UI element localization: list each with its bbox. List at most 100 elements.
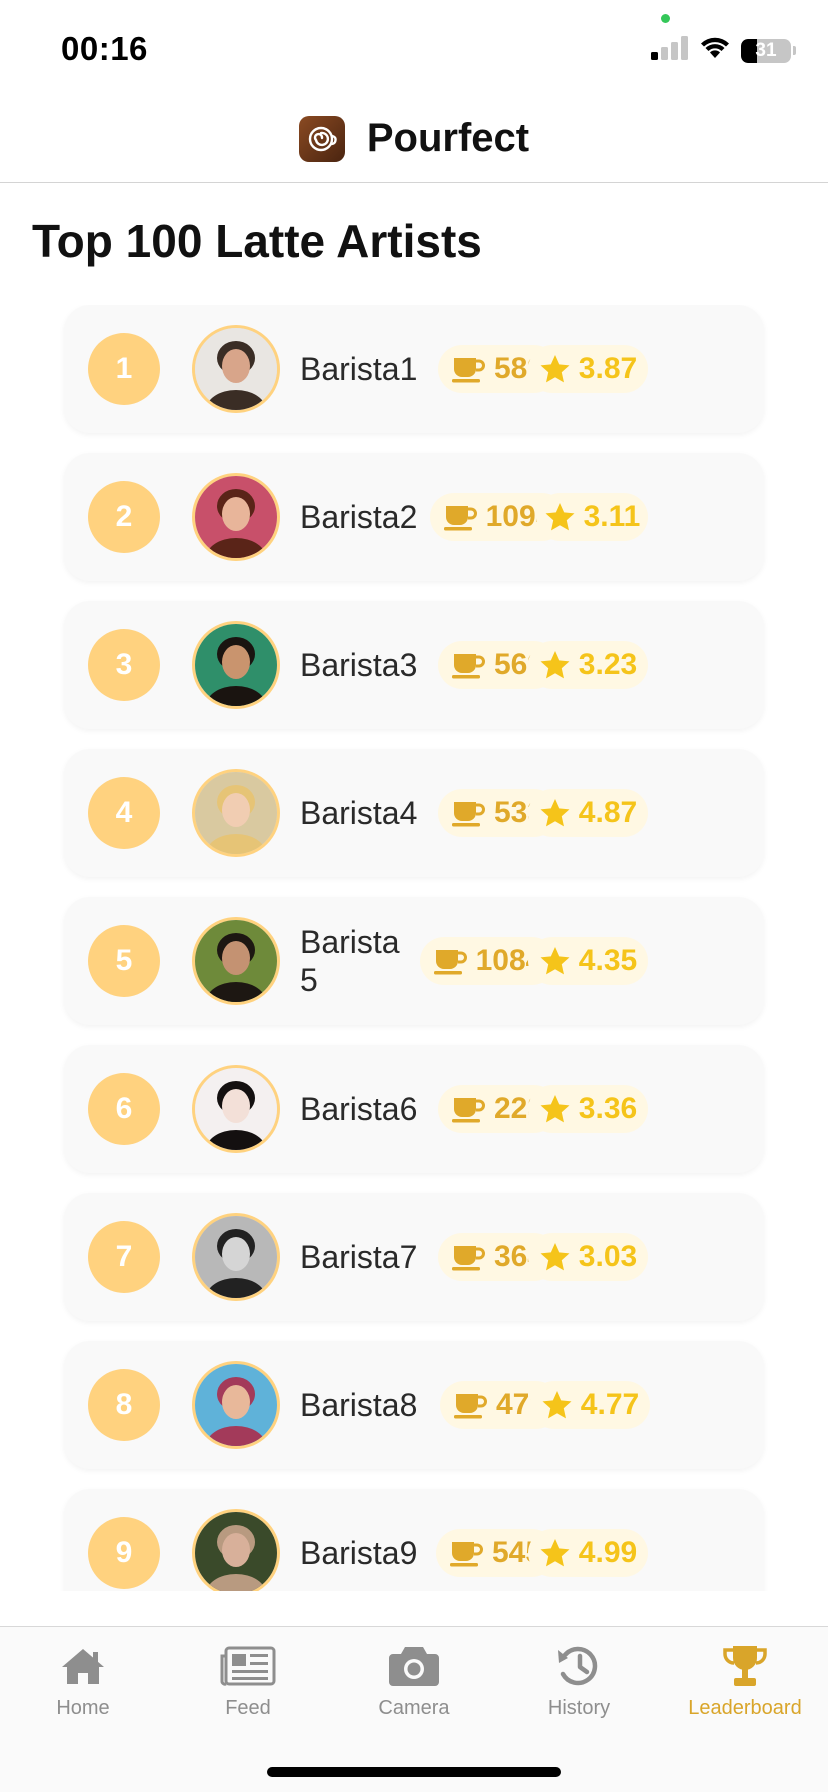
app-header: Pourfect bbox=[0, 95, 828, 183]
rating-pill: 4.77 bbox=[530, 1381, 650, 1429]
avatar[interactable] bbox=[192, 917, 280, 1005]
barista-name: Barista8 bbox=[300, 1387, 418, 1423]
leaderboard-row[interactable]: 4 Barista4 533 4.87 bbox=[64, 749, 764, 877]
status-time: 00:16 bbox=[61, 30, 148, 67]
coffee-cup-icon bbox=[449, 1542, 483, 1567]
rating-value: 3.11 bbox=[583, 500, 641, 533]
rating-value: 3.03 bbox=[578, 1240, 638, 1273]
star-icon bbox=[540, 1243, 570, 1271]
rating-pill: 4.35 bbox=[528, 937, 648, 985]
rank-badge: 4 bbox=[88, 777, 160, 849]
rank-badge: 3 bbox=[88, 629, 160, 701]
leaderboard-row[interactable]: 3 Barista3 569 3.23 bbox=[64, 601, 764, 729]
star-icon bbox=[545, 503, 575, 531]
status-icons: 31 bbox=[651, 36, 796, 65]
rating-value: 4.35 bbox=[578, 944, 638, 977]
battery-level: 31 bbox=[755, 39, 777, 61]
rank-badge: 7 bbox=[88, 1221, 160, 1293]
tab-label: Camera bbox=[378, 1697, 450, 1719]
leaderboard-row[interactable]: 5 Barista 5 1084 4.35 bbox=[64, 897, 764, 1025]
rating-pill: 3.11 bbox=[536, 493, 648, 541]
rank-badge: 1 bbox=[88, 333, 160, 405]
latte-swirl-icon bbox=[298, 115, 345, 162]
avatar[interactable] bbox=[192, 769, 280, 857]
leaderboard-row[interactable]: 7 Barista7 364 3.03 bbox=[64, 1193, 764, 1321]
rating-value: 3.87 bbox=[578, 352, 638, 385]
tab-leaderboard[interactable]: Leaderboard bbox=[662, 1641, 828, 1737]
avatar[interactable] bbox=[192, 1509, 280, 1591]
avatar[interactable] bbox=[192, 1213, 280, 1301]
avatar[interactable] bbox=[192, 325, 280, 413]
star-icon bbox=[540, 651, 570, 679]
coffee-cup-icon bbox=[451, 1098, 485, 1123]
rating-pill: 4.99 bbox=[528, 1529, 648, 1577]
newspaper-icon bbox=[220, 1641, 276, 1691]
tab-history[interactable]: History bbox=[496, 1641, 662, 1737]
rating-value: 4.99 bbox=[578, 1536, 638, 1569]
history-icon bbox=[556, 1641, 602, 1691]
rank-badge: 6 bbox=[88, 1073, 160, 1145]
battery-cap bbox=[793, 46, 796, 55]
camera-icon bbox=[388, 1641, 440, 1691]
barista-name: Barista3 bbox=[300, 647, 418, 683]
rating-pill: 4.87 bbox=[528, 789, 648, 837]
wifi-icon bbox=[699, 36, 731, 65]
coffee-cup-icon bbox=[451, 802, 485, 827]
coffee-cup-icon bbox=[451, 1246, 485, 1271]
trophy-icon bbox=[721, 1641, 769, 1691]
barista-name: Barista4 bbox=[300, 795, 418, 831]
rating-value: 4.87 bbox=[578, 796, 638, 829]
star-icon bbox=[540, 355, 570, 383]
rank-badge: 9 bbox=[88, 1517, 160, 1589]
leaderboard-row[interactable]: 2 Barista2 1094 3.11 bbox=[64, 453, 764, 581]
leaderboard-list[interactable]: 1 Barista1 589 3.87 2 Barista2 1094 3.11 3 Barist… bbox=[0, 305, 828, 1591]
battery-fill bbox=[741, 38, 757, 63]
star-icon bbox=[540, 799, 570, 827]
rating-pill: 3.03 bbox=[528, 1233, 648, 1281]
home-icon bbox=[60, 1641, 106, 1691]
rating-value: 4.77 bbox=[580, 1388, 640, 1421]
cellular-signal-icon bbox=[651, 36, 689, 65]
barista-name: Barista 5 bbox=[300, 924, 400, 998]
star-icon bbox=[542, 1391, 572, 1419]
avatar[interactable] bbox=[192, 621, 280, 709]
page-title: Top 100 Latte Artists bbox=[32, 215, 482, 267]
rating-pill: 3.87 bbox=[528, 345, 648, 393]
barista-name: Barista6 bbox=[300, 1091, 418, 1127]
barista-name: Barista1 bbox=[300, 351, 418, 387]
tab-label: History bbox=[547, 1697, 611, 1719]
app-title: Pourfect bbox=[366, 116, 530, 160]
avatar[interactable] bbox=[192, 1361, 280, 1449]
star-icon bbox=[540, 1095, 570, 1123]
barista-name: Barista9 bbox=[300, 1535, 418, 1571]
coffee-cup-icon bbox=[451, 654, 485, 679]
leaderboard-row[interactable]: 8 Barista8 476 4.77 bbox=[64, 1341, 764, 1469]
leaderboard-row[interactable]: 1 Barista1 589 3.87 bbox=[64, 305, 764, 433]
rank-badge: 2 bbox=[88, 481, 160, 553]
barista-name: Barista2 bbox=[300, 499, 418, 535]
tab-home[interactable]: Home bbox=[0, 1641, 166, 1737]
star-icon bbox=[540, 947, 570, 975]
leaderboard-row[interactable]: 9 Barista9 545 4.99 bbox=[64, 1489, 764, 1591]
rating-pill: 3.36 bbox=[528, 1085, 648, 1133]
coffee-cup-icon bbox=[433, 950, 467, 975]
home-indicator[interactable] bbox=[267, 1767, 561, 1777]
rank-badge: 5 bbox=[88, 925, 160, 997]
coffee-cup-icon bbox=[443, 506, 477, 531]
coffee-cup-icon bbox=[451, 358, 485, 383]
tab-label: Feed bbox=[225, 1697, 271, 1719]
rating-pill: 3.23 bbox=[528, 641, 648, 689]
status-bar: 00:16 31 bbox=[0, 0, 828, 95]
rank-badge: 8 bbox=[88, 1369, 160, 1441]
battery-icon: 31 bbox=[741, 38, 791, 63]
avatar[interactable] bbox=[192, 473, 280, 561]
tab-feed[interactable]: Feed bbox=[165, 1641, 331, 1737]
star-icon bbox=[540, 1539, 570, 1567]
barista-name: Barista7 bbox=[300, 1239, 418, 1275]
privacy-indicator-dot bbox=[661, 14, 670, 23]
avatar[interactable] bbox=[192, 1065, 280, 1153]
leaderboard-row[interactable]: 6 Barista6 228 3.36 bbox=[64, 1045, 764, 1173]
coffee-cup-icon bbox=[453, 1394, 487, 1419]
tab-label: Leaderboard bbox=[688, 1697, 802, 1719]
tab-camera[interactable]: Camera bbox=[331, 1641, 497, 1737]
